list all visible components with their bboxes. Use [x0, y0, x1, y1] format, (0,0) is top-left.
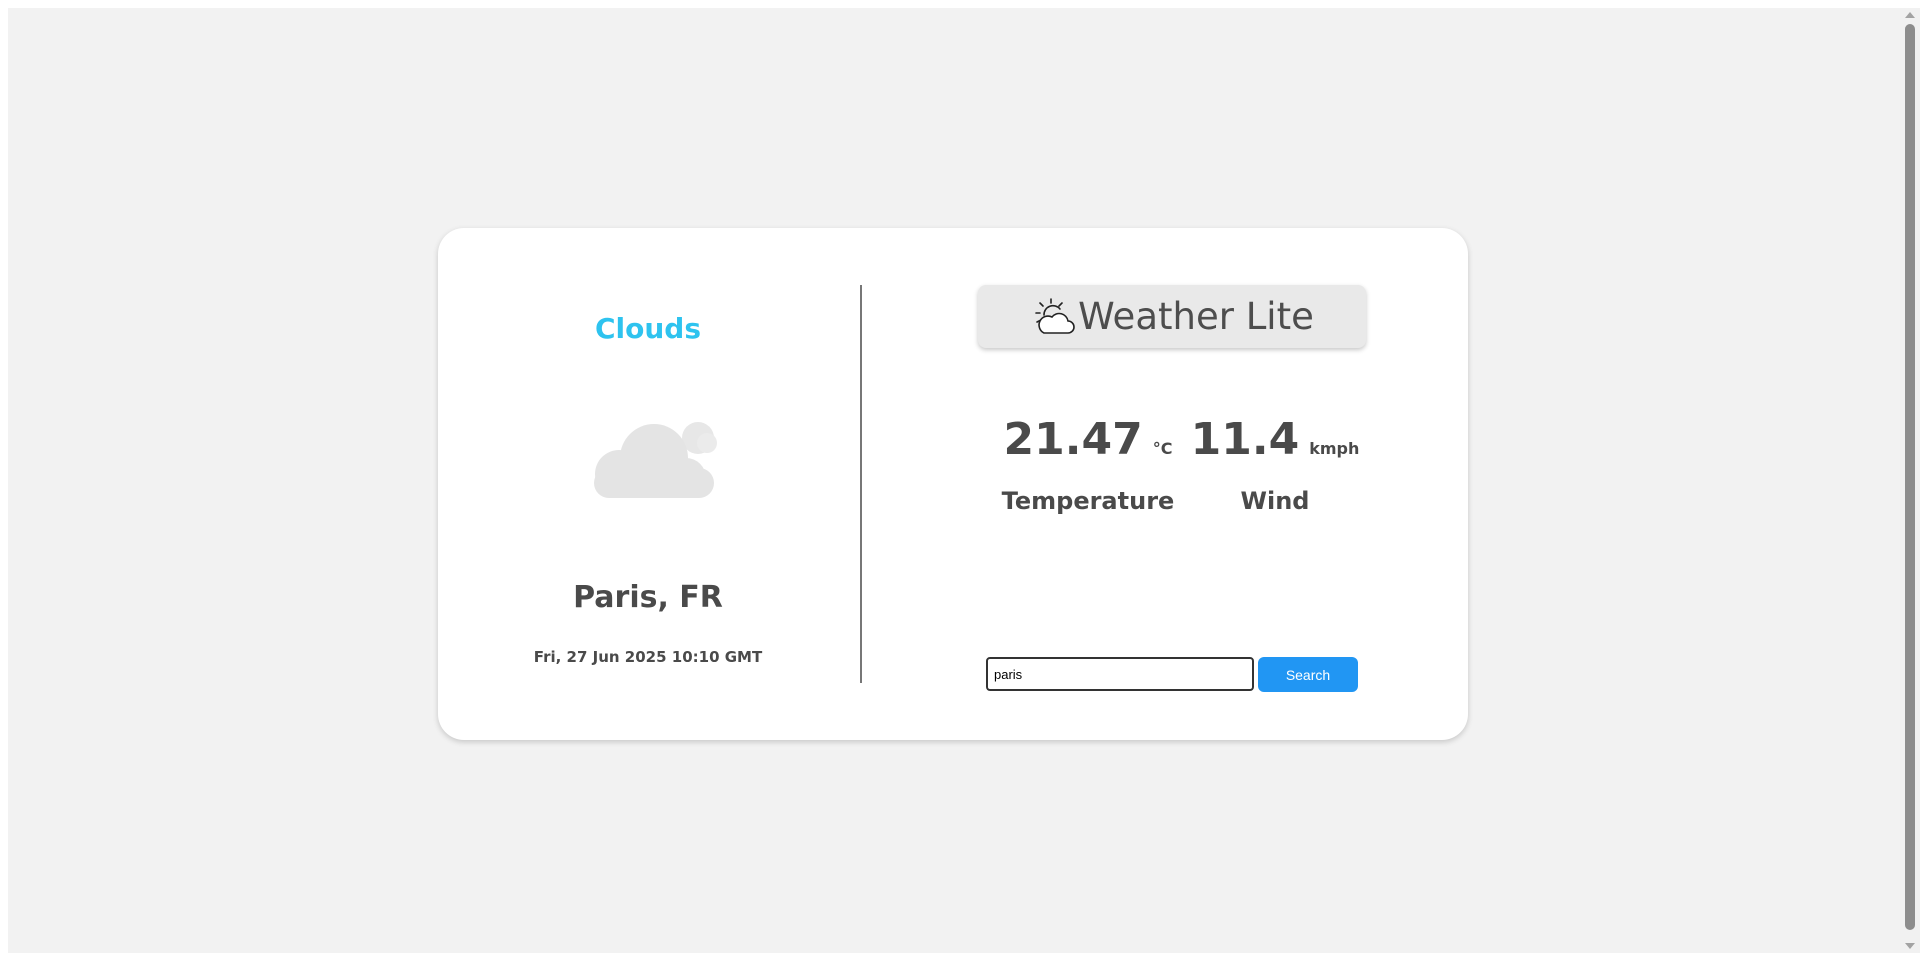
vertical-scrollbar[interactable] [1900, 8, 1920, 953]
current-weather-panel: Clouds Paris, FR Fri, 27 Jun 2025 10:10 … [438, 228, 858, 740]
temperature-value: 21.47 [1003, 414, 1143, 465]
app-brand: Weather Lite [978, 285, 1366, 348]
wind-label: Wind [1240, 487, 1310, 515]
wind-value: 11.4 [1190, 414, 1300, 465]
scroll-up-icon[interactable] [1905, 12, 1915, 18]
datetime-text: Fri, 27 Jun 2025 10:10 GMT [533, 648, 763, 666]
weather-condition: Clouds [594, 312, 702, 345]
wind-unit: kmph [1309, 439, 1360, 458]
panel-divider [860, 285, 862, 683]
search-button[interactable]: Search [1258, 657, 1358, 692]
weather-card: Clouds Paris, FR Fri, 27 Jun 2025 10:10 … [438, 228, 1468, 740]
wind-metric: 11.4 kmph Wind [1190, 414, 1360, 515]
cloud-icon [594, 422, 717, 498]
city-search-input[interactable] [986, 657, 1254, 691]
scrollbar-thumb[interactable] [1905, 24, 1915, 930]
sun-cloud-icon [1035, 297, 1075, 334]
scroll-down-icon[interactable] [1905, 943, 1915, 949]
app-title: Weather Lite [1078, 295, 1314, 338]
temperature-metric: 21.47 °C Temperature [988, 414, 1188, 515]
temperature-label: Temperature [1001, 487, 1175, 515]
page-background: Clouds Paris, FR Fri, 27 Jun 2025 10:10 … [8, 8, 1900, 953]
location-name: Paris, FR [573, 580, 723, 615]
temperature-unit: °C [1152, 439, 1173, 458]
